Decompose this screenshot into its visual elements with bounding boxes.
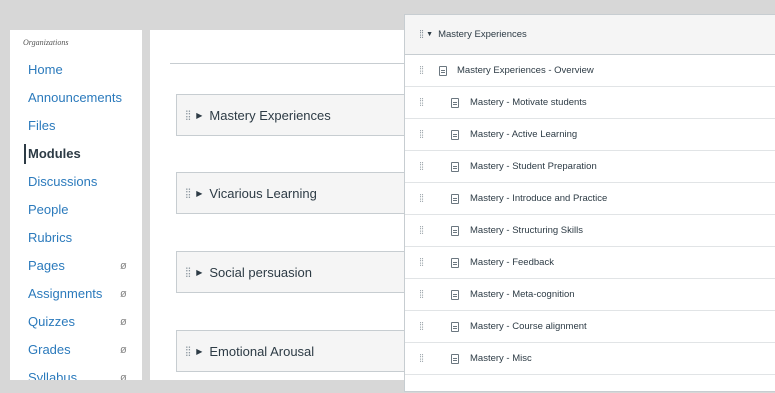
organization-label: Organizations xyxy=(23,38,69,47)
nav-item-discussions[interactable]: Discussions xyxy=(10,168,142,196)
module-detail-header[interactable]: ⁞⁞ ▼ Mastery Experiences xyxy=(405,15,775,55)
nav-item-assignments[interactable]: Assignments ø xyxy=(10,280,142,308)
page-icon xyxy=(451,129,459,140)
module-title: Emotional Arousal xyxy=(209,343,315,359)
nav-item-announcements[interactable]: Announcements xyxy=(10,84,142,112)
eye-slash-icon: ø xyxy=(120,260,127,272)
module-item-title[interactable]: Mastery - Course alignment xyxy=(470,321,587,332)
nav-item-label: Announcements xyxy=(28,90,122,105)
page-icon xyxy=(451,97,459,108)
nav-item-label: Discussions xyxy=(28,174,98,189)
triangle-right-icon[interactable]: ▶ xyxy=(196,268,202,277)
module-header-mastery-experiences[interactable]: ⁞⁞ ▶ Mastery Experiences xyxy=(176,94,410,136)
page-icon xyxy=(451,225,459,236)
nav-item-quizzes[interactable]: Quizzes ø xyxy=(10,308,142,336)
nav-item-label: Modules xyxy=(28,146,81,161)
drag-handle-icon[interactable]: ⁞⁞ xyxy=(185,344,191,359)
module-item-row[interactable]: ⁞⁞ Mastery - Course alignment xyxy=(405,311,775,343)
drag-handle-icon[interactable]: ⁞⁞ xyxy=(185,186,191,201)
nav-item-modules[interactable]: Modules xyxy=(10,140,142,168)
module-item-title[interactable]: Mastery Experiences - Overview xyxy=(457,65,594,76)
modules-list-pane: ⁞⁞ ▶ Mastery Experiences ⁞⁞ ▶ Vicarious Learn… xyxy=(150,30,410,380)
module-item-title[interactable]: Mastery - Active Learning xyxy=(470,129,577,140)
nav-item-label: Quizzes xyxy=(28,314,75,329)
page-icon xyxy=(451,321,459,332)
nav-item-label: Files xyxy=(28,118,56,133)
drag-handle-icon[interactable]: ⁞⁞ xyxy=(419,193,429,205)
drag-handle-icon[interactable]: ⁞⁞ xyxy=(419,225,429,237)
eye-slash-icon: ø xyxy=(120,344,127,356)
module-item-row[interactable]: ⁞⁞ Mastery - Feedback xyxy=(405,247,775,279)
nav-item-label: Home xyxy=(28,62,63,77)
module-item-title[interactable]: Mastery - Structuring Skills xyxy=(470,225,583,236)
eye-slash-icon: ø xyxy=(120,288,127,300)
module-item-title[interactable]: Mastery - Introduce and Practice xyxy=(470,193,607,204)
nav-item-syllabus[interactable]: Syllabus ø xyxy=(10,364,142,380)
course-navigation: Organizations Home Announcements Files Modu… xyxy=(10,30,142,380)
module-item-title[interactable]: Mastery - Feedback xyxy=(470,257,554,268)
triangle-right-icon[interactable]: ▶ xyxy=(196,111,202,120)
drag-handle-icon[interactable]: ⁞⁞ xyxy=(185,108,191,123)
drag-handle-icon[interactable]: ⁞⁞ xyxy=(419,289,429,301)
drag-handle-icon[interactable]: ⁞⁞ xyxy=(419,65,429,77)
triangle-down-icon[interactable]: ▼ xyxy=(426,31,433,38)
page-icon xyxy=(451,353,459,364)
module-detail-pane: ⁞⁞ ▼ Mastery Experiences ⁞⁞ Mastery Exper… xyxy=(404,14,775,392)
module-item-title[interactable]: Mastery - Misc xyxy=(470,353,532,364)
drag-handle-icon[interactable]: ⁞⁞ xyxy=(419,321,429,333)
module-item-row[interactable]: ⁞⁞ Mastery - Structuring Skills xyxy=(405,215,775,247)
module-header-emotional-arousal[interactable]: ⁞⁞ ▶ Emotional Arousal xyxy=(176,330,410,372)
module-item-row[interactable]: ⁞⁞ Mastery Experiences - Overview xyxy=(405,55,775,87)
module-title: Social persuasion xyxy=(209,264,313,280)
page-icon xyxy=(451,289,459,300)
triangle-right-icon[interactable]: ▶ xyxy=(196,347,202,356)
triangle-right-icon[interactable]: ▶ xyxy=(196,189,202,198)
page-icon xyxy=(439,65,447,76)
module-item-title[interactable]: Mastery - Meta-cognition xyxy=(470,289,575,300)
page-icon xyxy=(451,193,459,204)
nav-item-home[interactable]: Home xyxy=(10,56,142,84)
module-item-row[interactable]: ⁞⁞ Mastery - Student Preparation xyxy=(405,151,775,183)
drag-handle-icon[interactable]: ⁞⁞ xyxy=(419,129,429,141)
eye-slash-icon: ø xyxy=(120,316,127,328)
module-header-social-persuasion[interactable]: ⁞⁞ ▶ Social persuasion xyxy=(176,251,410,293)
drag-handle-icon[interactable]: ⁞⁞ xyxy=(419,161,429,173)
module-item-title[interactable]: Mastery - Motivate students xyxy=(470,97,587,108)
nav-item-label: Assignments xyxy=(28,286,103,301)
module-item-row[interactable]: ⁞⁞ Mastery - Misc xyxy=(405,343,775,375)
nav-item-label: Pages xyxy=(28,258,65,273)
drag-handle-icon[interactable]: ⁞⁞ xyxy=(419,97,429,109)
module-header-vicarious-learning[interactable]: ⁞⁞ ▶ Vicarious Learning xyxy=(176,172,410,214)
drag-handle-icon[interactable]: ⁞⁞ xyxy=(419,257,429,269)
module-items-list: ⁞⁞ Mastery Experiences - Overview ⁞⁞ Master… xyxy=(405,55,775,375)
module-item-title[interactable]: Mastery - Student Preparation xyxy=(470,161,597,172)
page-icon xyxy=(451,257,459,268)
nav-item-label: Grades xyxy=(28,342,71,357)
module-title: Mastery Experiences xyxy=(209,107,331,123)
drag-handle-icon[interactable]: ⁞⁞ xyxy=(419,29,424,41)
module-item-row[interactable]: ⁞⁞ Mastery - Introduce and Practice xyxy=(405,183,775,215)
nav-item-label: People xyxy=(28,202,69,217)
nav-list: Home Announcements Files Modules Discussions… xyxy=(10,56,142,380)
module-item-row[interactable]: ⁞⁞ Mastery - Motivate students xyxy=(405,87,775,119)
drag-handle-icon[interactable]: ⁞⁞ xyxy=(185,265,191,280)
eye-slash-icon: ø xyxy=(120,372,127,380)
nav-item-label: Syllabus xyxy=(28,370,78,380)
nav-item-rubrics[interactable]: Rubrics xyxy=(10,224,142,252)
module-title: Vicarious Learning xyxy=(209,185,317,201)
drag-handle-icon[interactable]: ⁞⁞ xyxy=(419,353,429,365)
nav-item-people[interactable]: People xyxy=(10,196,142,224)
nav-item-pages[interactable]: Pages ø xyxy=(10,252,142,280)
nav-item-label: Rubrics xyxy=(28,230,73,245)
module-item-row[interactable]: ⁞⁞ Mastery - Meta-cognition xyxy=(405,279,775,311)
module-item-row[interactable]: ⁞⁞ Mastery - Active Learning xyxy=(405,119,775,151)
divider xyxy=(170,63,410,64)
page-icon xyxy=(451,161,459,172)
module-detail-title: Mastery Experiences xyxy=(438,29,527,40)
nav-item-files[interactable]: Files xyxy=(10,112,142,140)
nav-item-grades[interactable]: Grades ø xyxy=(10,336,142,364)
